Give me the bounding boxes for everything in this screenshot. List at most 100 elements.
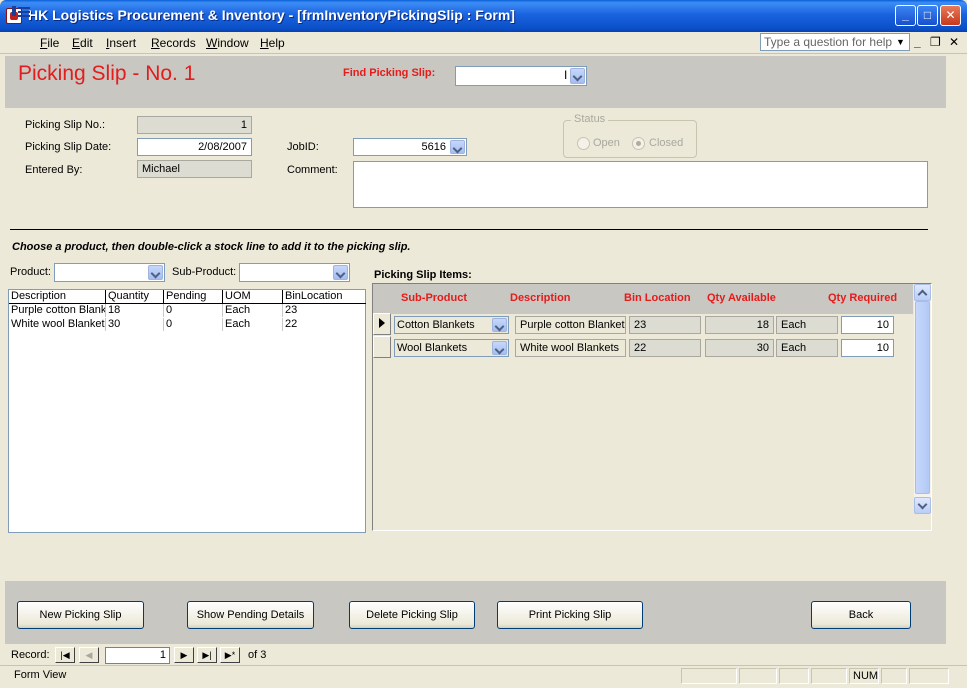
status-label: Status xyxy=(571,113,609,125)
item-uom[interactable]: Each xyxy=(776,339,838,357)
view-mode-text: Form View xyxy=(14,669,67,681)
page-title: Picking Slip - No. 1 xyxy=(18,62,196,85)
chevron-down-icon[interactable] xyxy=(148,265,163,280)
jobid-label: JobID: xyxy=(287,141,319,153)
status-cell xyxy=(811,668,847,684)
record-selector[interactable] xyxy=(373,336,391,358)
first-record-icon[interactable]: |◀ xyxy=(55,647,75,663)
next-record-icon[interactable]: ▶ xyxy=(174,647,194,663)
record-number-input[interactable]: 1 xyxy=(105,647,170,664)
status-open-radio[interactable] xyxy=(577,137,590,150)
last-record-icon[interactable]: ▶| xyxy=(197,647,217,663)
comment-field[interactable] xyxy=(353,161,928,208)
items-header-bin: Bin Location xyxy=(624,292,691,304)
find-picking-slip-label: Find Picking Slip: xyxy=(343,67,436,79)
items-header-available: Qty Available xyxy=(707,292,776,304)
menu-help[interactable]: Help xyxy=(260,36,285,50)
stock-listbox[interactable]: Description Quantity Pending UOM BinLoca… xyxy=(8,289,366,533)
item-uom[interactable]: Each xyxy=(776,316,838,334)
stock-cell-description: Purple cotton Blank xyxy=(11,304,106,317)
record-count: of 3 xyxy=(248,649,267,661)
items-header-description: Description xyxy=(510,292,571,304)
status-closed-radio[interactable] xyxy=(632,137,645,150)
item-available[interactable]: 30 xyxy=(705,339,774,357)
status-cell xyxy=(739,668,777,684)
ask-dropdown-icon[interactable]: ▼ xyxy=(896,37,905,47)
section-divider xyxy=(10,229,928,230)
status-cell xyxy=(779,668,809,684)
stock-cell-description: White wool Blanket xyxy=(11,318,106,331)
stock-cell-bin: 22 xyxy=(285,318,298,330)
slip-date-field[interactable]: 2/08/2007 xyxy=(137,138,252,156)
close-button[interactable]: ✕ xyxy=(940,5,961,26)
chevron-down-icon[interactable] xyxy=(570,68,585,84)
menu-file[interactable]: File xyxy=(40,36,59,50)
form-footer xyxy=(5,581,946,644)
doc-minimize-button[interactable]: _ xyxy=(914,35,921,49)
entered-by-field[interactable]: Michael xyxy=(137,160,252,178)
stock-cell-pending: 0 xyxy=(164,318,223,331)
stock-header-pending: Pending xyxy=(164,290,223,304)
doc-restore-button[interactable]: ❐ xyxy=(930,35,941,49)
chevron-down-icon[interactable] xyxy=(333,265,348,280)
show-pending-details-button[interactable]: Show Pending Details xyxy=(187,601,314,629)
find-picking-slip-combo[interactable]: I xyxy=(455,66,587,86)
product-label: Product: xyxy=(10,266,51,278)
current-record-icon xyxy=(379,318,385,328)
stock-cell-quantity: 30 xyxy=(106,318,164,331)
previous-record-icon[interactable]: ◀ xyxy=(79,647,99,663)
item-bin[interactable]: 23 xyxy=(629,316,701,334)
items-header-required: Qty Required xyxy=(828,292,898,304)
item-subproduct-combo[interactable]: Wool Blankets xyxy=(394,339,509,357)
menu-window[interactable]: Window xyxy=(206,36,249,50)
slip-no-field[interactable]: 1 xyxy=(137,116,252,134)
back-button[interactable]: Back xyxy=(811,601,911,629)
item-bin[interactable]: 22 xyxy=(629,339,701,357)
menu-insert[interactable]: Insert xyxy=(106,36,136,50)
delete-picking-slip-button[interactable]: Delete Picking Slip xyxy=(349,601,475,629)
item-required[interactable]: 10 xyxy=(841,339,894,357)
scroll-down-icon[interactable] xyxy=(914,497,931,514)
menu-edit[interactable]: Edit xyxy=(72,36,93,50)
item-description[interactable]: Purple cotton Blankets xyxy=(515,316,626,334)
item-subproduct-combo[interactable]: Cotton Blankets xyxy=(394,316,509,334)
jobid-value: 5616 xyxy=(421,141,446,153)
print-picking-slip-button[interactable]: Print Picking Slip xyxy=(497,601,643,629)
item-description[interactable]: White wool Blankets xyxy=(515,339,626,357)
scroll-thumb[interactable] xyxy=(915,301,930,494)
form-document-icon[interactable] xyxy=(12,5,30,17)
stock-cell-uom: Each xyxy=(223,318,283,331)
minimize-button[interactable]: _ xyxy=(895,5,916,26)
doc-close-button[interactable]: ✕ xyxy=(949,35,959,49)
item-subproduct-value: Cotton Blankets xyxy=(397,319,475,331)
status-cell xyxy=(681,668,737,684)
stock-header-description: Description xyxy=(9,290,106,304)
table-row[interactable]: Purple cotton Blank 18 0 Each 23 xyxy=(9,304,365,317)
record-label: Record: xyxy=(11,649,50,661)
instruction-text: Choose a product, then double-click a st… xyxy=(12,241,411,253)
subproduct-combo[interactable] xyxy=(239,263,350,282)
maximize-button[interactable]: □ xyxy=(917,5,938,26)
product-combo[interactable] xyxy=(54,263,165,282)
table-row[interactable]: White wool Blanket 30 0 Each 22 xyxy=(9,318,365,331)
new-picking-slip-button[interactable]: New Picking Slip xyxy=(17,601,144,629)
comment-label: Comment: xyxy=(287,164,338,176)
menu-records[interactable]: Records xyxy=(151,36,196,50)
item-required[interactable]: 10 xyxy=(841,316,894,334)
slip-no-label: Picking Slip No.: xyxy=(25,119,106,131)
jobid-combo[interactable]: 5616 xyxy=(353,138,467,156)
window-title: HK Logistics Procurement & Inventory - [… xyxy=(28,7,515,23)
status-open-label: Open xyxy=(593,137,620,149)
new-record-icon[interactable]: ▶* xyxy=(220,647,240,663)
chevron-down-icon[interactable] xyxy=(492,318,507,332)
chevron-down-icon[interactable] xyxy=(450,140,465,154)
items-label: Picking Slip Items: xyxy=(374,269,472,281)
item-available[interactable]: 18 xyxy=(705,316,774,334)
stock-header-quantity: Quantity xyxy=(106,290,164,304)
chevron-down-icon[interactable] xyxy=(492,341,507,355)
scroll-up-icon[interactable] xyxy=(914,284,931,301)
status-cell xyxy=(909,668,949,684)
ask-question-input[interactable]: Type a question for help xyxy=(760,33,910,51)
stock-cell-bin: 23 xyxy=(285,304,298,316)
entered-by-label: Entered By: xyxy=(25,164,83,176)
